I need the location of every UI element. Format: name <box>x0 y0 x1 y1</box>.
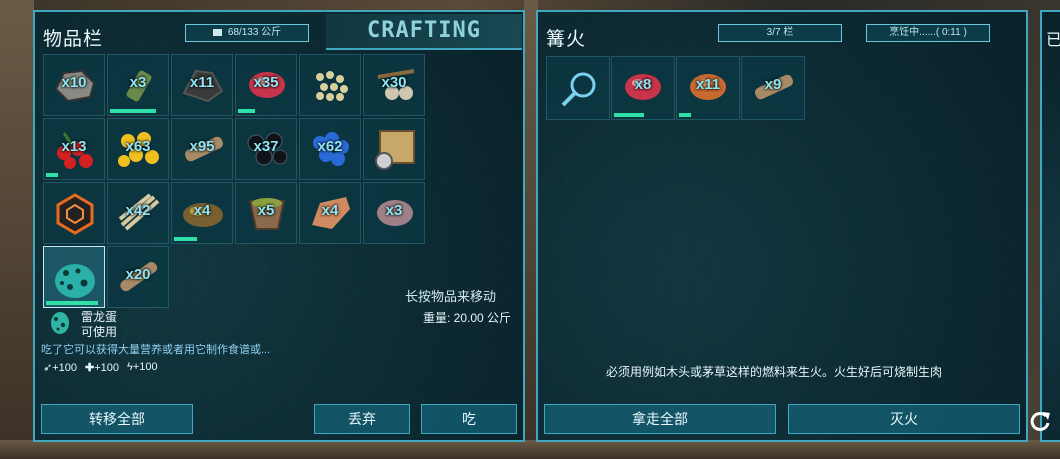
campfire-slot[interactable]: x9 <box>741 56 805 120</box>
inventory-panel: 物品栏 68/133 公斤 CRAFTING x10 x3 x11 x35 x30 x13… <box>33 10 525 442</box>
inventory-slot[interactable] <box>43 246 105 308</box>
item-quantity: x3 <box>129 74 147 91</box>
inventory-slot[interactable]: x13 <box>43 118 105 180</box>
stat-health: ✚+100 <box>85 362 119 374</box>
map-compass-icon <box>370 127 420 176</box>
campfire-slot[interactable]: x8 <box>611 56 675 120</box>
durability-bar <box>46 173 58 177</box>
item-quantity: x11 <box>189 74 215 91</box>
hex-charm-icon <box>50 191 100 240</box>
campfire-panel: 篝火 3/7 栏 烹饪中......( 0:11 ) x8 x11 x9 必须用例如… <box>536 10 1028 442</box>
inventory-slot[interactable]: x62 <box>299 118 361 180</box>
inventory-slot[interactable]: x37 <box>235 118 297 180</box>
eat-button[interactable]: 吃 <box>421 404 517 434</box>
weight-capacity-text: 68/133 公斤 <box>227 27 282 38</box>
background-bottom <box>0 440 1060 459</box>
health-icon: ✚ <box>85 362 95 374</box>
item-quantity: x62 <box>317 138 343 155</box>
campfire-title: 篝火 <box>546 29 587 50</box>
background-left <box>0 0 34 459</box>
item-quantity: x20 <box>125 266 151 283</box>
durability-bar <box>614 113 644 117</box>
durability-bar <box>238 109 255 113</box>
extinguish-button[interactable]: 灭火 <box>788 404 1020 434</box>
inventory-slot[interactable]: x3 <box>363 182 425 244</box>
item-quantity: x11 <box>695 76 721 93</box>
transfer-all-button[interactable]: 转移全部 <box>41 404 193 434</box>
selected-item-icon <box>49 309 71 335</box>
item-quantity: x42 <box>125 202 151 219</box>
inventory-slot[interactable]: x63 <box>107 118 169 180</box>
item-quantity: x95 <box>189 138 215 155</box>
durability-bar <box>110 109 156 113</box>
inventory-slot[interactable]: x10 <box>43 54 105 116</box>
durability-bar <box>174 237 197 241</box>
inventory-slot[interactable] <box>43 182 105 244</box>
item-quantity: x9 <box>764 76 782 93</box>
inventory-slot[interactable]: x35 <box>235 54 297 116</box>
item-quantity: x30 <box>381 74 407 91</box>
campfire-grid: x8 x11 x9 <box>546 56 805 120</box>
selected-item-weight: 重量: 20.00 公斤 <box>423 311 512 325</box>
inventory-slot[interactable]: x5 <box>235 182 297 244</box>
item-quantity: x10 <box>61 74 87 91</box>
weight-icon <box>212 28 222 36</box>
inventory-slot[interactable]: x4 <box>299 182 361 244</box>
item-quantity: x37 <box>253 138 279 155</box>
item-quantity: x13 <box>61 138 87 155</box>
inventory-slot[interactable]: x95 <box>171 118 233 180</box>
search-icon <box>553 65 603 119</box>
move-hint: 长按物品来移动 <box>405 289 497 304</box>
item-quantity: x35 <box>253 74 279 91</box>
refresh-icon[interactable] <box>1027 408 1053 434</box>
stat-stamina: ϟ+100 <box>127 361 158 373</box>
selected-item-description: 吃了它可以获得大量营养或者用它制作食谱或... <box>41 344 271 356</box>
next-panel-edge: 已 <box>1040 10 1060 442</box>
weight-capacity-bar: 68/133 公斤 <box>185 24 309 42</box>
campfire-slot[interactable] <box>546 56 610 120</box>
item-quantity: x5 <box>257 202 275 219</box>
inventory-slot[interactable]: x42 <box>107 182 169 244</box>
tab-crafting[interactable]: CRAFTING <box>326 14 522 50</box>
inventory-slot[interactable]: x3 <box>107 54 169 116</box>
inventory-slot[interactable] <box>363 118 425 180</box>
item-quantity: x3 <box>385 202 403 219</box>
item-quantity: x4 <box>193 202 211 219</box>
cooking-status-bar: 烹饪中......( 0:11 ) <box>866 24 990 42</box>
campfire-slot[interactable]: x11 <box>676 56 740 120</box>
seeds-icon <box>306 63 356 112</box>
selected-item-status: 可使用 <box>81 325 118 339</box>
inventory-grid: x10 x3 x11 x35 x30 x13 x63 x95 x37 x62 x42 x4 x5 x4 x3… <box>43 54 425 308</box>
next-panel-initial: 已 <box>1046 32 1060 49</box>
inventory-slot[interactable]: x11 <box>171 54 233 116</box>
durability-bar <box>679 113 691 117</box>
item-quantity: x4 <box>321 202 339 219</box>
inventory-slot[interactable]: x4 <box>171 182 233 244</box>
item-quantity: x8 <box>634 76 652 93</box>
durability-bar <box>46 301 98 305</box>
food-icon: ➶ <box>43 362 53 374</box>
campfire-message: 必须用例如木头或茅草这样的燃料来生火。火生好后可烧制生肉 <box>606 365 943 379</box>
inventory-slot[interactable]: x20 <box>107 246 169 308</box>
inventory-slot[interactable]: x30 <box>363 54 425 116</box>
drop-button[interactable]: 丢弃 <box>314 404 410 434</box>
take-all-button[interactable]: 拿走全部 <box>544 404 776 434</box>
item-quantity: x63 <box>125 138 151 155</box>
inventory-slot[interactable] <box>299 54 361 116</box>
campfire-slots-bar: 3/7 栏 <box>718 24 842 42</box>
inventory-title: 物品栏 <box>43 29 104 50</box>
stat-food: ➶+100 <box>43 362 77 374</box>
